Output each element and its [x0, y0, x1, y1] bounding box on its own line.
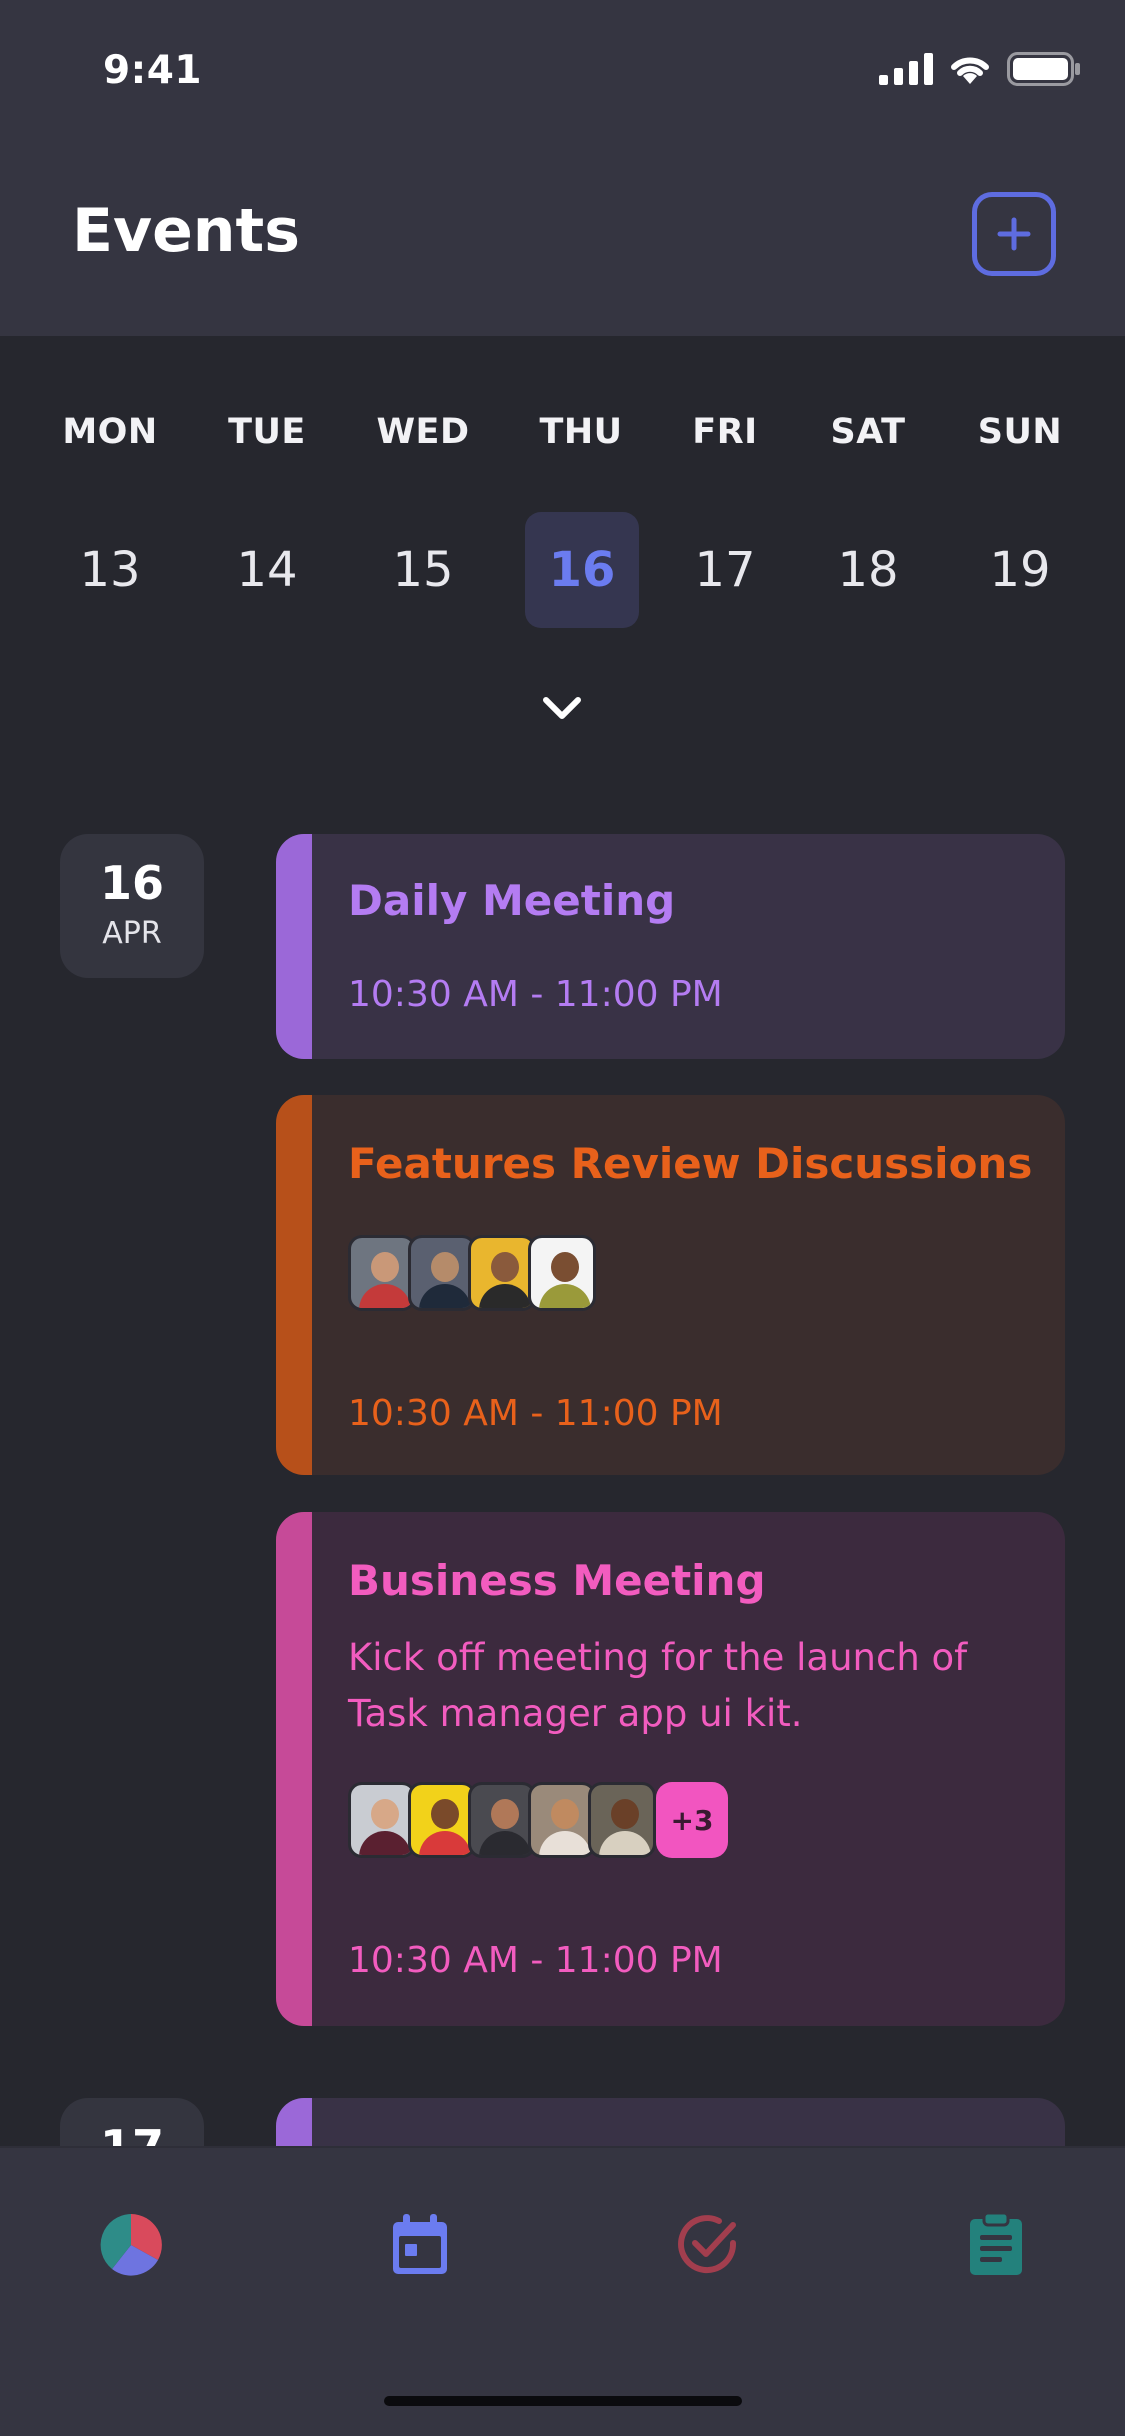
header: 9:41 Events	[0, 0, 1125, 336]
avatar	[528, 1782, 596, 1858]
tab-calendar[interactable]	[385, 2210, 455, 2280]
avatar	[588, 1782, 656, 1858]
event-time: 10:30 AM - 11:00 PM	[348, 1393, 723, 1434]
weekday-label: SUN	[977, 412, 1063, 452]
status-icons	[879, 52, 1081, 86]
weekday-label: THU	[539, 412, 623, 452]
event-time: 10:30 AM - 11:00 PM	[348, 974, 723, 1015]
agenda-month: APR	[102, 916, 162, 951]
avatar	[468, 1782, 536, 1858]
event-color-bar	[276, 1095, 312, 1475]
tab-notes[interactable]	[961, 2210, 1031, 2280]
weekday-row: MON TUE WED THU FRI SAT SUN	[0, 412, 1125, 462]
clipboard-icon	[970, 2213, 1022, 2275]
wifi-icon	[951, 57, 989, 84]
date-cell[interactable]: 15	[366, 512, 480, 628]
avatar	[348, 1235, 416, 1311]
event-card[interactable]: Features Review Discussions 10:30 AM - 1…	[276, 1095, 1065, 1475]
battery-icon	[1007, 52, 1080, 86]
date-cell[interactable]: 17	[668, 512, 782, 628]
agenda-date-badge: 16 APR	[60, 834, 204, 978]
dashboard-icon	[100, 2214, 162, 2276]
page-title: Events	[72, 196, 300, 266]
tab-tasks[interactable]	[672, 2210, 742, 2280]
tab-bar	[0, 2146, 1125, 2436]
weekday-label: FRI	[692, 412, 758, 452]
expand-calendar-button[interactable]	[540, 690, 584, 726]
attendee-avatars	[348, 1235, 596, 1311]
date-cell-selected[interactable]: 16	[525, 512, 639, 628]
plus-icon	[997, 217, 1031, 251]
avatar	[468, 1235, 536, 1311]
event-time: 10:30 AM - 11:00 PM	[348, 1940, 723, 1981]
weekday-label: TUE	[228, 412, 306, 452]
calendar-icon	[393, 2214, 447, 2274]
avatar	[348, 1782, 416, 1858]
signal-icon	[879, 53, 933, 85]
date-row: 13 14 15 16 17 18 19	[0, 512, 1125, 628]
avatar	[408, 1782, 476, 1858]
event-description: Kick off meeting for the launch of Task …	[348, 1636, 968, 1735]
weekday-label: WED	[376, 412, 470, 452]
date-cell[interactable]: 13	[53, 512, 167, 628]
weekday-label: SAT	[830, 412, 906, 452]
weekday-label: MON	[62, 412, 158, 452]
event-title: Business Meeting	[348, 1556, 766, 1605]
avatar	[408, 1235, 476, 1311]
event-card[interactable]: Business Meeting Kick off meeting for th…	[276, 1512, 1065, 2026]
date-cell[interactable]: 14	[210, 512, 324, 628]
date-cell[interactable]: 19	[963, 512, 1077, 628]
agenda-day: 16	[99, 856, 164, 910]
event-title: Daily Meeting	[348, 876, 676, 925]
tab-dashboard[interactable]	[96, 2210, 166, 2280]
date-cell[interactable]: 18	[811, 512, 925, 628]
event-title: Features Review Discussions	[348, 1139, 1033, 1188]
tasks-check-icon	[678, 2215, 737, 2274]
chevron-down-icon	[543, 697, 581, 719]
event-color-bar	[276, 1512, 312, 2026]
avatar	[528, 1235, 596, 1311]
attendee-avatars: +3	[348, 1782, 728, 1858]
event-card[interactable]: Daily Meeting 10:30 AM - 11:00 PM	[276, 834, 1065, 1059]
more-attendees-badge[interactable]: +3	[656, 1782, 728, 1858]
home-indicator	[384, 2396, 742, 2406]
status-time: 9:41	[103, 48, 203, 93]
add-event-button[interactable]	[972, 192, 1056, 276]
event-color-bar	[276, 834, 312, 1059]
